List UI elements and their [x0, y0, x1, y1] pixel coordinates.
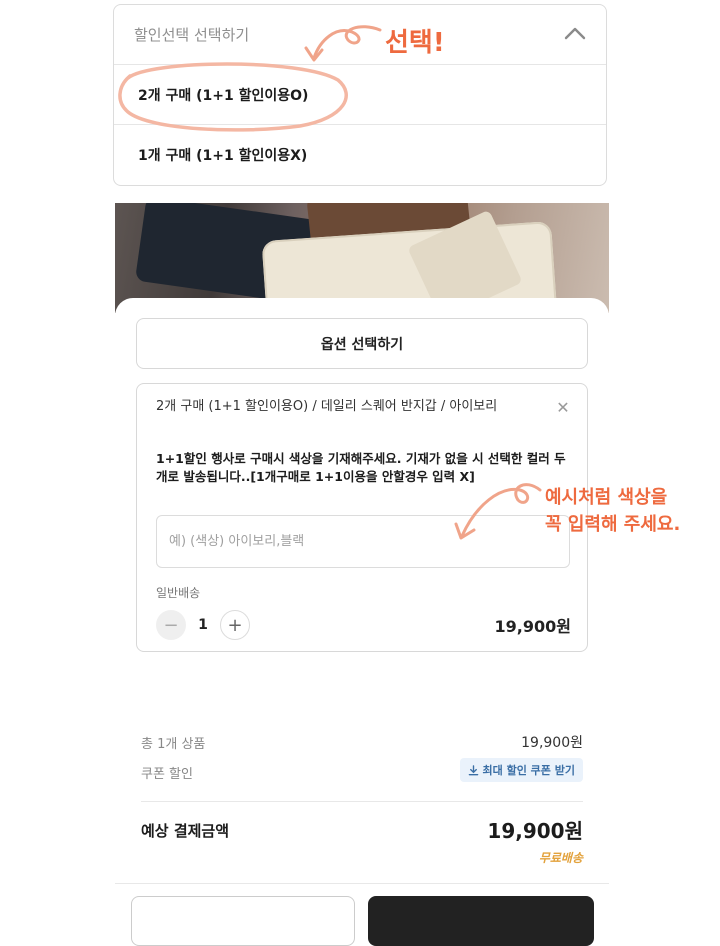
free-shipping-badge: 무료배송	[538, 851, 583, 865]
close-icon[interactable]: ✕	[553, 398, 573, 418]
quantity-stepper: − 1 +	[156, 610, 250, 640]
coupon-download-button[interactable]: 최대 할인 쿠폰 받기	[459, 758, 583, 782]
summary-divider	[141, 801, 583, 802]
shipping-label: 일반배송	[156, 586, 201, 600]
primary-action-button[interactable]	[368, 896, 594, 946]
option-bottom-sheet: 옵션 선택하기 2개 구매 (1+1 할인이용O) / 데일리 스퀘어 반지갑 …	[115, 298, 609, 946]
dropdown-option-2pcs[interactable]: 2개 구매 (1+1 할인이용O)	[114, 65, 606, 125]
coupon-discount-label: 쿠폰 할인	[141, 767, 193, 782]
minus-button[interactable]: −	[156, 610, 186, 640]
secondary-action-button[interactable]	[131, 896, 355, 946]
option-select-button[interactable]: 옵션 선택하기	[136, 318, 588, 369]
product-photo	[115, 203, 609, 313]
expected-payment-value: 19,900원	[487, 819, 583, 843]
total-items-value: 19,900원	[521, 735, 583, 751]
option-price: 19,900원	[494, 617, 571, 636]
example-annotation-line1: 예시처럼 색상을	[545, 487, 668, 508]
coupon-download-label: 최대 할인 쿠폰 받기	[482, 764, 575, 777]
example-annotation-line2: 꼭 입력해 주세요.	[545, 514, 681, 535]
select-annotation: 선택!	[385, 28, 445, 58]
quantity-value: 1	[198, 617, 208, 633]
plus-button[interactable]: +	[220, 610, 250, 640]
discount-select-placeholder: 할인선택 선택하기	[134, 26, 250, 44]
selected-option-card: 2개 구매 (1+1 할인이용O) / 데일리 스퀘어 반지갑 / 아이보리 ✕…	[136, 383, 588, 652]
color-input[interactable]	[156, 515, 570, 568]
option-title: 2개 구매 (1+1 할인이용O) / 데일리 스퀘어 반지갑 / 아이보리	[156, 399, 498, 414]
dropdown-option-1pc[interactable]: 1개 구매 (1+1 할인이용X)	[114, 125, 606, 185]
discount-select-dropdown[interactable]: 할인선택 선택하기 2개 구매 (1+1 할인이용O) 1개 구매 (1+1 할…	[113, 4, 607, 186]
expected-payment-label: 예상 결제금액	[141, 822, 230, 840]
bottom-divider	[115, 883, 609, 884]
total-items-label: 총 1개 상품	[141, 737, 206, 752]
chevron-up-icon[interactable]	[564, 25, 586, 44]
discount-select-header[interactable]: 할인선택 선택하기	[114, 5, 606, 65]
download-icon	[468, 764, 478, 775]
option-notice: 1+1할인 행사로 구매시 색상을 기재해주세요. 기재가 없을 시 선택한 컬…	[156, 451, 566, 484]
